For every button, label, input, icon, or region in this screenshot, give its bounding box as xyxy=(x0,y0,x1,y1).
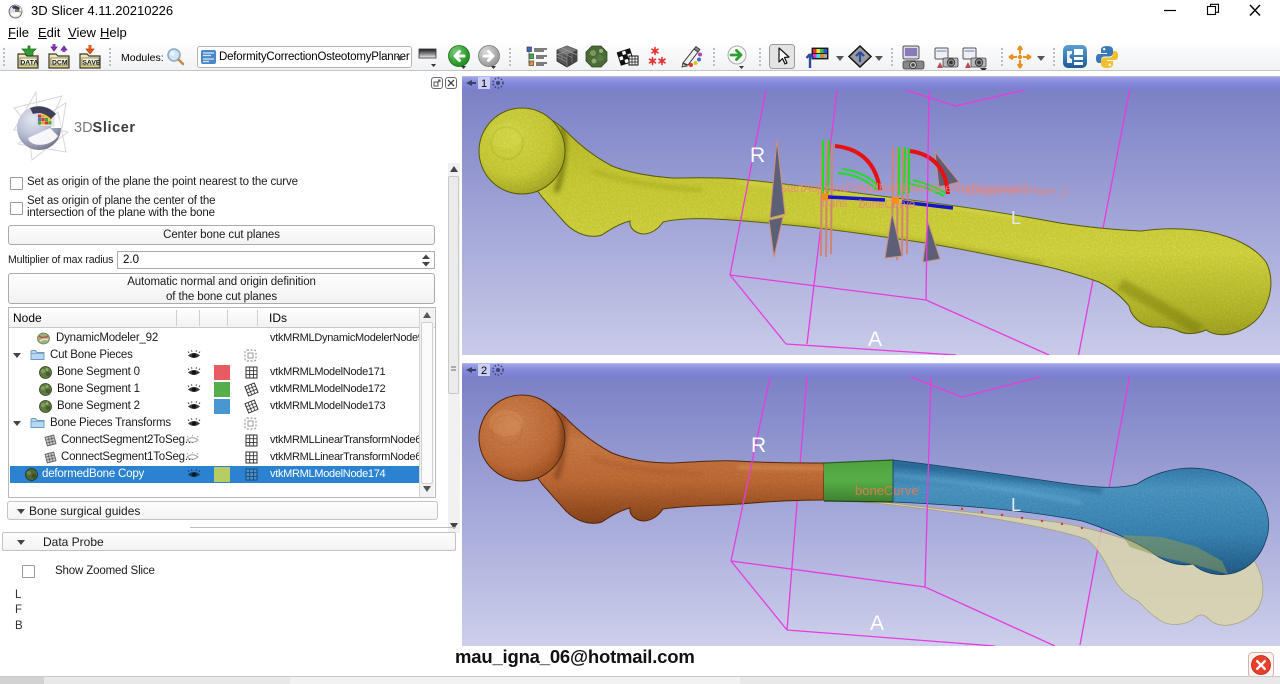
svg-text:trans: trans xyxy=(822,198,848,210)
svg-text:SAVE: SAVE xyxy=(82,59,100,66)
svg-text:3DSlicer: 3DSlicer xyxy=(74,120,136,136)
svg-text:1: 1 xyxy=(481,78,487,90)
svg-text:R: R xyxy=(750,144,765,167)
svg-text:boneCurve: boneCurve xyxy=(855,483,919,498)
svg-text:L: L xyxy=(1011,495,1021,515)
svg-text:2: 2 xyxy=(481,365,487,377)
svg-text:2: 2 xyxy=(1022,182,1028,193)
svg-text:boneCurve: boneCurve xyxy=(859,199,915,211)
svg-text:R: R xyxy=(751,434,766,457)
svg-text:A: A xyxy=(868,328,882,351)
svg-text:DATA: DATA xyxy=(20,59,38,66)
svg-text:A: A xyxy=(870,612,884,635)
svg-text:ndAlignmentPlane_1: ndAlignmentPlane_1 xyxy=(962,186,1068,198)
svg-text:DCM: DCM xyxy=(52,59,68,66)
svg-text:L: L xyxy=(1011,208,1021,228)
